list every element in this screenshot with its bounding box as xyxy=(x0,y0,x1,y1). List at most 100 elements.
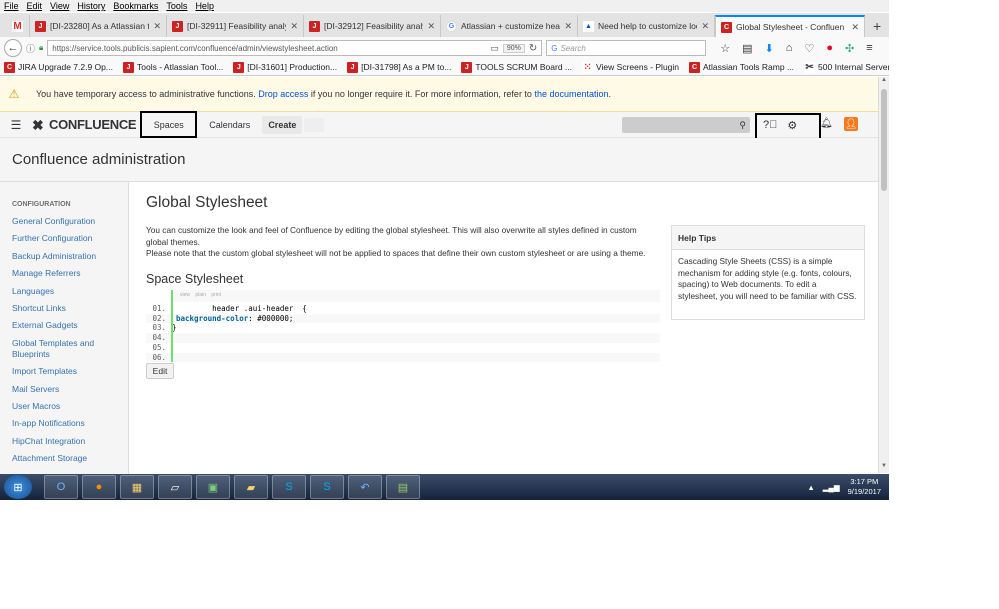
url-bar[interactable]: https://service.tools.publicis.sapient.c… xyxy=(47,40,543,56)
scrollbar-thumb[interactable] xyxy=(881,89,887,191)
back-button[interactable]: ← xyxy=(4,39,22,57)
code-toolbar[interactable]: view plain print xyxy=(174,290,660,302)
start-button[interactable]: ⊞ xyxy=(4,475,32,499)
tray-expand-icon[interactable]: ▲ xyxy=(807,483,814,492)
bookmark-item[interactable]: J TOOLS SCRUM Board ... xyxy=(461,61,572,73)
menu-history[interactable]: History xyxy=(77,1,105,11)
calendars-link[interactable]: Calendars xyxy=(197,120,262,130)
close-icon[interactable]: ✕ xyxy=(564,21,572,32)
pocket-icon[interactable]: ♡ xyxy=(804,42,814,55)
tab-label: [DI-23280] As a Atlassian tool xyxy=(50,21,149,31)
confluence-logo[interactable]: ✖ CONFLUENCE xyxy=(32,117,137,132)
network-app-icon[interactable]: ▣ xyxy=(196,475,230,499)
search-field[interactable]: G Search xyxy=(546,40,707,56)
confluence-icon: C xyxy=(721,21,732,33)
sidebar-item-further-configuration[interactable]: Further Configuration xyxy=(12,233,128,244)
bookmark-item[interactable]: C Atlassian Tools Ramp ... xyxy=(689,61,794,73)
tab-label: Need help to customize look xyxy=(598,21,698,31)
drop-access-link[interactable]: Drop access xyxy=(258,89,308,99)
menu-tools[interactable]: Tools xyxy=(166,1,187,11)
menu-bookmarks[interactable]: Bookmarks xyxy=(113,1,158,11)
signal-icon[interactable]: ▂▄▆ xyxy=(823,483,840,492)
bookmark-item[interactable]: J [DI-31798] As a PM to... xyxy=(347,61,451,73)
project-app-icon[interactable]: ▤ xyxy=(386,475,420,499)
spaces-menu[interactable]: Spaces xyxy=(140,111,198,138)
bookmark-item[interactable]: ✂500 Internal Server Err... xyxy=(804,61,889,73)
scroll-up-icon[interactable]: ▲ xyxy=(879,77,889,87)
create-more-button[interactable] xyxy=(304,117,325,132)
sidebar-item-attachment-storage[interactable]: Attachment Storage xyxy=(12,453,128,464)
sidebar-item-languages[interactable]: Languages xyxy=(12,286,128,297)
app-switcher-icon[interactable]: ☰ xyxy=(0,118,32,132)
sidebar-item-shortcut-links[interactable]: Shortcut Links xyxy=(12,303,128,314)
tab-atlassian-community[interactable]: ▲ Need help to customize look ✕ xyxy=(578,15,715,37)
error-icon: ✂ xyxy=(804,61,816,73)
notepad-icon[interactable]: ▱ xyxy=(158,475,192,499)
home-icon[interactable]: ⌂ xyxy=(786,42,793,54)
star-icon[interactable]: ☆ xyxy=(720,42,730,55)
reader-view-icon[interactable]: ▭ xyxy=(490,43,499,54)
vertical-scrollbar[interactable]: ▲ ▼ xyxy=(878,77,889,473)
header-nav: Spaces Calendars Create xyxy=(140,111,325,138)
tab-di-32911[interactable]: J [DI-32911] Feasibility analysis ✕ xyxy=(167,15,304,37)
firefox-icon[interactable]: ● xyxy=(82,475,116,499)
tab-global-stylesheet[interactable]: C Global Stylesheet - Confluen ✕ xyxy=(715,15,865,37)
header-search-input[interactable]: ⚲ xyxy=(622,117,750,133)
sidebar-item-import-templates[interactable]: Import Templates xyxy=(12,366,128,377)
menu-help[interactable]: Help xyxy=(195,1,214,11)
sidebar-item-in-app-notifications[interactable]: In-app Notifications xyxy=(12,418,128,429)
sidebar-item-user-macros[interactable]: User Macros xyxy=(12,401,128,412)
clock[interactable]: 3:17 PM 9/19/2017 xyxy=(848,477,881,497)
sidebar-item-mail-servers[interactable]: Mail Servers xyxy=(12,384,128,395)
date: 9/19/2017 xyxy=(847,487,881,496)
sidebar-item-hipchat-integration[interactable]: HipChat Integration xyxy=(12,436,128,447)
gmail-icon: M xyxy=(12,20,23,32)
menu-file[interactable]: File xyxy=(4,1,19,11)
outlook-icon[interactable]: O xyxy=(44,475,78,499)
extension-icon[interactable]: ✣ xyxy=(845,42,854,55)
close-icon[interactable]: ✕ xyxy=(851,22,859,33)
notifications-icon[interactable]: 🔔︎ xyxy=(820,118,833,129)
new-tab-button[interactable]: + xyxy=(873,15,881,37)
bookmark-item[interactable]: ⁙ View Screens - Plugin xyxy=(582,61,679,73)
tab-di-32912[interactable]: J [DI-32912] Feasibility analysis ✕ xyxy=(304,15,441,37)
sidebar-item-general-configuration[interactable]: General Configuration xyxy=(12,216,128,227)
bookmark-item[interactable]: C JIRA Upgrade 7.2.9 Op... xyxy=(4,61,113,73)
tab-google-search[interactable]: G Atlassian + customize heade ✕ xyxy=(441,15,578,37)
tab-gmail[interactable]: M xyxy=(8,15,30,37)
url-text: https://service.tools.publicis.sapient.c… xyxy=(52,43,338,53)
download-icon[interactable]: ⬇ xyxy=(765,42,774,55)
close-icon[interactable]: ✕ xyxy=(290,21,298,32)
help-tips-body: Cascading Style Sheets (CSS) is a simple… xyxy=(678,256,857,301)
create-button[interactable]: Create xyxy=(262,115,303,134)
reading-list-icon[interactable]: ▤ xyxy=(742,42,752,55)
description-para-2: Please note that the custom global style… xyxy=(146,248,646,258)
edit-button[interactable]: Edit xyxy=(146,363,174,379)
avatar[interactable]: 👤︎ xyxy=(844,117,858,131)
bookmark-item[interactable]: J [DI-31601] Production... xyxy=(233,61,337,73)
file-explorer-icon[interactable]: ▦ xyxy=(120,475,154,499)
pinterest-icon[interactable]: ● xyxy=(826,42,833,54)
bookmark-item[interactable]: J Tools - Atlassian Tool... xyxy=(122,61,223,73)
reload-icon[interactable]: ↻ xyxy=(529,43,537,54)
sidebar-item-backup-administration[interactable]: Backup Administration xyxy=(12,251,128,262)
scroll-down-icon[interactable]: ▼ xyxy=(879,463,889,473)
info-icon[interactable]: ⓘ xyxy=(26,42,35,55)
close-icon[interactable]: ✕ xyxy=(701,21,709,32)
skype-business-icon[interactable]: S xyxy=(310,475,344,499)
zoom-level[interactable]: 90% xyxy=(502,43,525,53)
documentation-link[interactable]: the documentation xyxy=(534,89,608,99)
sidebar-item-manage-referrers[interactable]: Manage Referrers xyxy=(12,268,128,279)
menu-view[interactable]: View xyxy=(50,1,69,11)
folder-icon[interactable]: ▰ xyxy=(234,475,268,499)
sidebar-item-global-templates[interactable]: Global Templates and Blueprints xyxy=(12,338,112,360)
menu-icon[interactable]: ≡ xyxy=(866,42,872,54)
tab-di-23280[interactable]: J [DI-23280] As a Atlassian tool ✕ xyxy=(30,15,167,37)
skype-icon[interactable]: S xyxy=(272,475,306,499)
section-title: Space Stylesheet xyxy=(146,272,244,286)
menu-edit[interactable]: Edit xyxy=(27,1,43,11)
close-icon[interactable]: ✕ xyxy=(153,21,161,32)
close-icon[interactable]: ✕ xyxy=(427,21,435,32)
sidebar-item-external-gadgets[interactable]: External Gadgets xyxy=(12,320,128,331)
remote-app-icon[interactable]: ↶ xyxy=(348,475,382,499)
